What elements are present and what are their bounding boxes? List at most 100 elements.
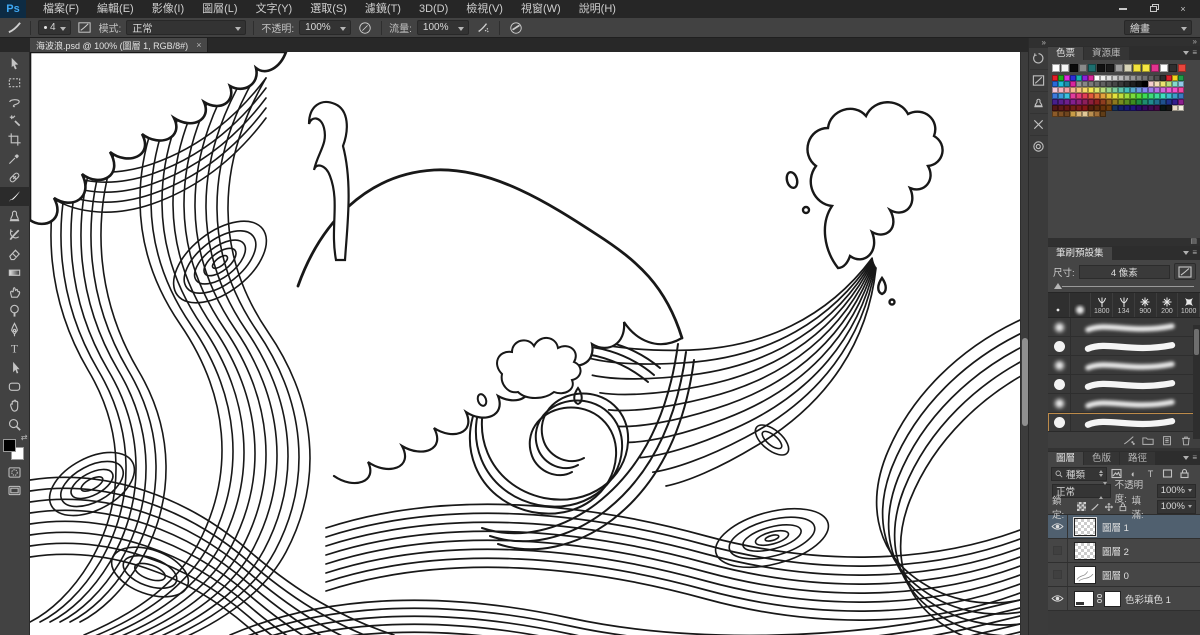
scrollbar-thumb[interactable] <box>1194 329 1199 355</box>
layer-fill-field[interactable]: 100% <box>1157 500 1196 514</box>
tool-eyedropper[interactable] <box>0 149 30 168</box>
brush-size-slider[interactable] <box>1054 282 1194 290</box>
color-swatch[interactable] <box>1115 64 1123 72</box>
tool-lasso[interactable] <box>0 92 30 111</box>
document-tab[interactable]: 海波浪.psd @ 100% (圖層 1, RGB/8#) × <box>30 38 208 52</box>
workspace-switcher[interactable]: 繪畫 <box>1124 20 1192 35</box>
fill-layer-swatch[interactable] <box>1074 591 1094 607</box>
tool-hand[interactable] <box>0 396 30 415</box>
tab-paths[interactable]: 路徑 <box>1120 452 1155 465</box>
color-swatch[interactable] <box>1052 64 1060 72</box>
pressure-size-button[interactable] <box>507 20 525 36</box>
layer-thumbnail[interactable] <box>1074 566 1096 584</box>
color-swatch[interactable] <box>1061 64 1069 72</box>
menu-item[interactable]: 3D(D) <box>410 0 457 18</box>
tool-preset-picker[interactable] <box>5 20 23 36</box>
tool-clone-stamp[interactable] <box>0 206 30 225</box>
lock-transparency-button[interactable] <box>1077 502 1086 511</box>
lock-paint-button[interactable] <box>1090 502 1100 512</box>
opacity-select[interactable]: 100% <box>299 20 351 35</box>
menu-item[interactable]: 視窗(W) <box>512 0 570 18</box>
color-swatch[interactable] <box>1151 64 1159 72</box>
tool-smudge[interactable] <box>0 282 30 301</box>
color-swatch[interactable] <box>1124 64 1132 72</box>
panel-menu-caret[interactable] <box>1183 248 1189 257</box>
color-swatch[interactable] <box>1142 64 1150 72</box>
brush-tip-preset[interactable] <box>1048 293 1070 317</box>
airbrush-button[interactable] <box>474 20 492 36</box>
brush-preset-row[interactable] <box>1048 318 1200 337</box>
visibility-toggle[interactable] <box>1048 563 1068 586</box>
history-panel-button[interactable] <box>1030 48 1048 70</box>
tool-path-selection[interactable] <box>0 358 30 377</box>
brush-tip-preset[interactable] <box>1070 293 1092 317</box>
tool-eraser[interactable] <box>0 244 30 263</box>
filter-shape-layers-button[interactable] <box>1160 467 1175 481</box>
creative-cloud-button[interactable] <box>1030 136 1048 158</box>
collapse-panels-button[interactable]: » <box>1048 38 1200 46</box>
layer-thumbnail[interactable] <box>1074 518 1096 536</box>
brush-tip-preset[interactable]: 1000 <box>1178 293 1200 317</box>
layer-row-4[interactable]: 色彩填色 1 <box>1048 587 1200 611</box>
color-swatch[interactable] <box>1100 111 1106 117</box>
menu-item[interactable]: 選取(S) <box>301 0 356 18</box>
document-close-icon[interactable]: × <box>196 40 201 50</box>
brush-preset-row[interactable] <box>1048 356 1200 375</box>
layer-name[interactable]: 圖層 0 <box>1102 568 1129 582</box>
pressure-opacity-button[interactable] <box>356 20 374 36</box>
layer-name[interactable]: 圖層 2 <box>1102 544 1129 558</box>
color-swatch[interactable] <box>1178 64 1186 72</box>
visibility-toggle[interactable] <box>1048 539 1068 562</box>
filter-smart-objects-button[interactable] <box>1177 467 1192 481</box>
brush-preset-row[interactable] <box>1048 394 1200 413</box>
panel-menu-icon[interactable]: ≡ <box>1192 453 1197 462</box>
panel-menu-icon[interactable]: ≡ <box>1192 248 1197 257</box>
menu-item[interactable]: 圖層(L) <box>193 0 246 18</box>
open-preset-manager-icon[interactable] <box>1142 435 1154 446</box>
layer-name[interactable]: 色彩填色 1 <box>1125 592 1171 606</box>
lock-all-button[interactable] <box>1118 502 1128 512</box>
menu-item[interactable]: 檔案(F) <box>34 0 88 18</box>
visibility-toggle[interactable] <box>1048 587 1068 610</box>
tab-channels[interactable]: 色版 <box>1084 452 1119 465</box>
quick-mask-button[interactable] <box>6 465 24 479</box>
color-swatch[interactable] <box>1160 64 1168 72</box>
tool-spot-healing-brush[interactable] <box>0 168 30 187</box>
close-button[interactable]: × <box>1170 2 1196 15</box>
color-swatch[interactable] <box>1133 64 1141 72</box>
layer-name[interactable]: 圖層 1 <box>1102 520 1129 534</box>
lock-position-button[interactable] <box>1104 502 1114 512</box>
new-brush-icon[interactable] <box>1161 435 1173 446</box>
flow-select[interactable]: 100% <box>417 20 469 35</box>
color-swatch[interactable] <box>1106 64 1114 72</box>
mode-select[interactable]: 正常 <box>126 20 246 35</box>
tool-dodge[interactable] <box>0 301 30 320</box>
tab-swatches[interactable]: 色票 <box>1048 47 1083 60</box>
tool-move[interactable] <box>0 54 30 73</box>
delete-brush-icon[interactable] <box>1180 435 1192 446</box>
tool-rectangular-marquee[interactable] <box>0 73 30 92</box>
visibility-toggle[interactable] <box>1048 515 1068 538</box>
tool-crop[interactable] <box>0 130 30 149</box>
expand-panels-button[interactable]: » <box>1029 38 1048 48</box>
panel-menu-caret[interactable] <box>1183 48 1189 57</box>
toggle-brush-panel-button[interactable] <box>76 20 94 36</box>
panel-menu-caret[interactable] <box>1183 453 1189 462</box>
tool-zoom[interactable] <box>0 415 30 434</box>
tool-presets-panel-button[interactable] <box>1030 114 1048 136</box>
airbrush-icon[interactable] <box>1123 435 1135 446</box>
color-swatch[interactable] <box>1079 64 1087 72</box>
tool-rounded-rectangle[interactable] <box>0 377 30 396</box>
color-swatch[interactable] <box>1178 105 1184 111</box>
slider-knob[interactable] <box>1054 283 1062 289</box>
swap-colors-icon[interactable]: ⇄ <box>21 433 28 442</box>
brush-list-scrollbar[interactable] <box>1193 325 1200 439</box>
brush-tip-preset[interactable]: 200 <box>1157 293 1179 317</box>
menu-item[interactable]: 濾鏡(T) <box>356 0 410 18</box>
canvas[interactable] <box>30 52 1020 635</box>
canvas-vertical-scrollbar[interactable] <box>1020 52 1028 635</box>
color-swatch[interactable] <box>1097 64 1105 72</box>
screen-mode-button[interactable] <box>6 483 24 497</box>
brush-size-field[interactable]: 4 像素 <box>1079 265 1170 279</box>
tool-gradient[interactable] <box>0 263 30 282</box>
